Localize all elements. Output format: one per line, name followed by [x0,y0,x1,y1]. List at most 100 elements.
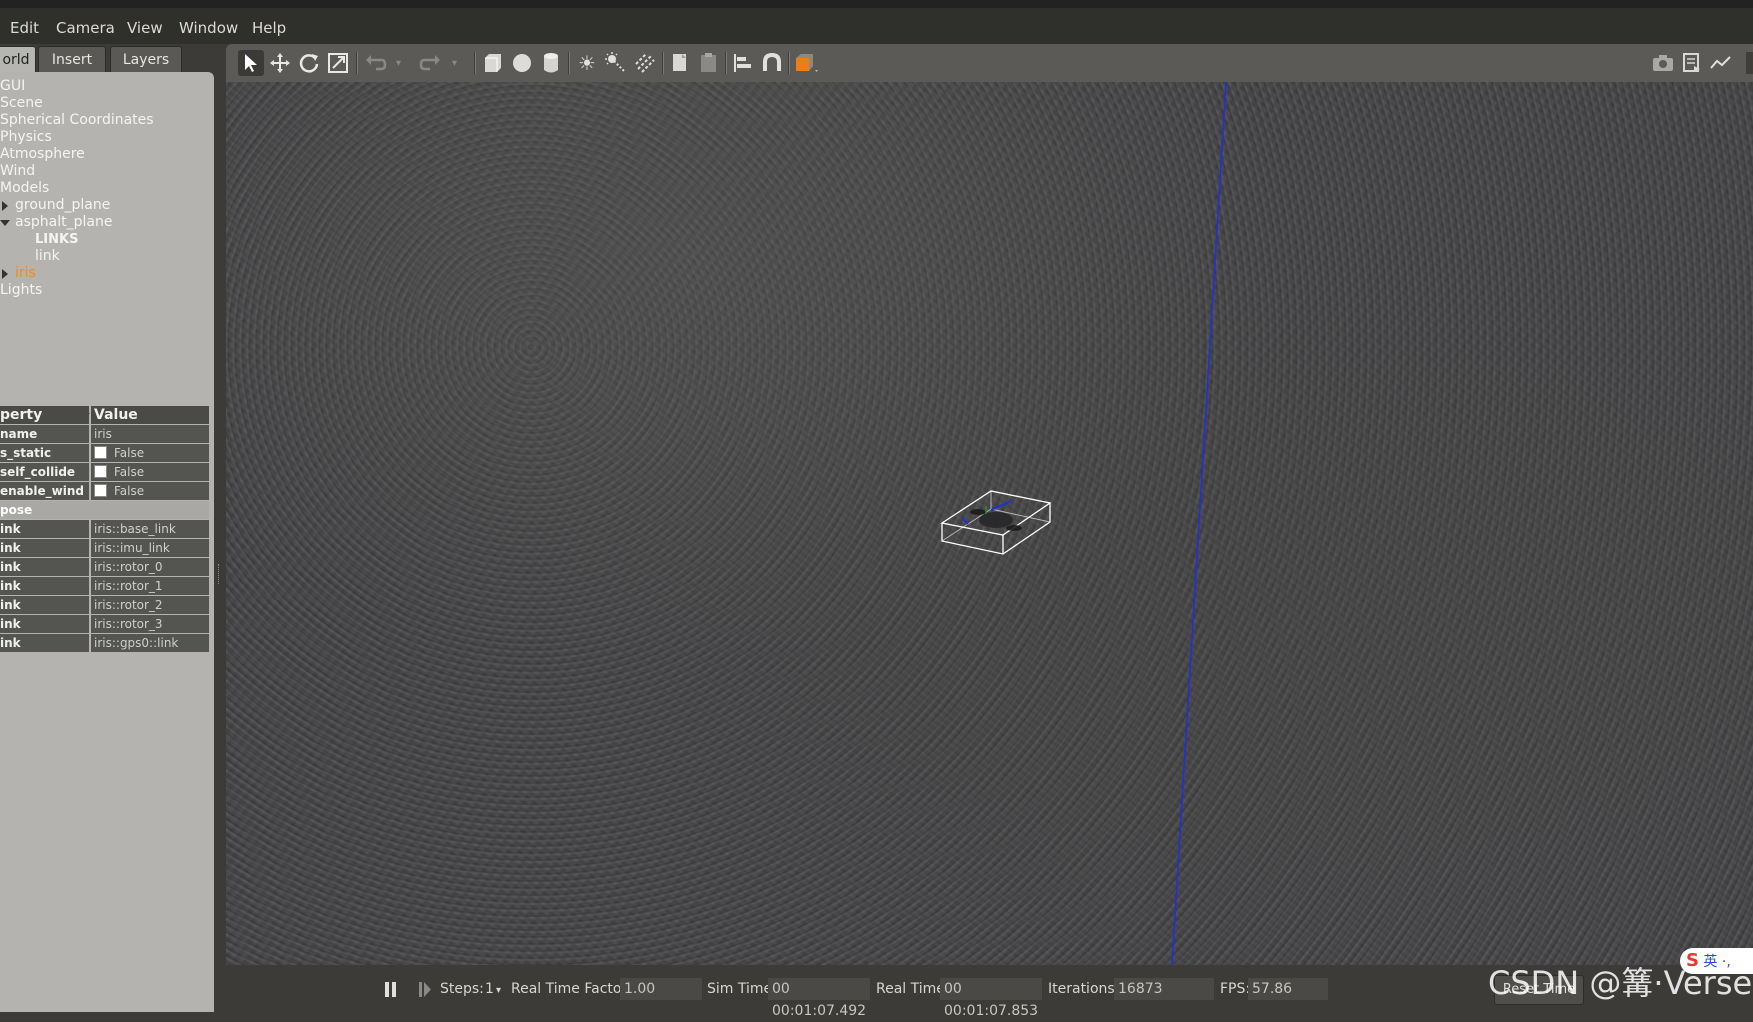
panel-resize-handle[interactable] [218,564,221,584]
spot-light-icon[interactable] [603,50,629,76]
tree-item-atmosphere[interactable]: Atmosphere [0,146,85,162]
tree-item-wind[interactable]: Wind [0,163,35,179]
property-row-link[interactable]: ink iris::gps0::link [0,634,209,652]
screenshot-icon[interactable] [1650,50,1676,76]
undo-dropdown-icon[interactable]: ▾ [396,58,401,69]
toolbar-separator [725,52,727,74]
toolbar-separator [662,52,664,74]
tree-item-gui[interactable]: GUI [0,78,25,94]
property-row-link[interactable]: ink iris::rotor_1 [0,577,209,595]
directional-light-icon[interactable] [632,50,658,76]
property-row-link[interactable]: ink iris::rotor_3 [0,615,209,633]
real-time-label: Real Time: [876,981,950,997]
tree-item-physics[interactable]: Physics [0,129,52,145]
z-axis-line [1171,82,1227,965]
tree-item-models[interactable]: Models [0,180,49,196]
step-icon[interactable] [416,979,434,1003]
real-time-field: 00 00:01:07.853 [940,978,1042,1019]
value-column-header: Value [91,406,209,424]
property-value: iris::base_link [91,520,209,538]
property-key: s_static [0,444,89,462]
toolbar-separator [474,52,476,74]
fps-label: FPS: [1220,981,1251,997]
toolbar-separator [788,52,790,74]
view-angle-icon[interactable] [792,50,818,76]
panel-tabs: orld Insert Layers [0,44,222,72]
property-row-link[interactable]: ink iris::imu_link [0,539,209,557]
expand-arrow-icon[interactable] [2,201,8,211]
property-key: ink [0,577,89,595]
align-icon[interactable] [730,50,756,76]
scene-graphics [940,82,1227,965]
expand-arrow-icon[interactable] [2,269,8,279]
property-group-pose[interactable]: pose [0,501,209,519]
redo-icon[interactable] [418,50,444,76]
property-header-row: perty Value [0,406,209,424]
property-row-link[interactable]: ink iris::rotor_0 [0,558,209,576]
paste-icon[interactable] [696,50,722,76]
property-value[interactable]: iris [91,425,209,443]
property-value: iris::rotor_3 [91,615,209,633]
snap-icon[interactable] [759,50,785,76]
tab-world[interactable]: orld [0,46,36,72]
menu-edit[interactable]: Edit [10,19,39,37]
checkbox[interactable] [94,446,107,459]
scene-viewport[interactable] [226,82,1753,965]
checkbox[interactable] [94,484,107,497]
property-column-header: perty [0,406,89,424]
iris-model-bounding-box[interactable] [940,490,1052,555]
menu-bar: Edit Camera View Window Help [0,0,1753,44]
menu-view[interactable]: View [127,19,163,37]
tree-item-iris[interactable]: iris [15,265,36,281]
rotate-icon[interactable] [296,50,322,76]
property-row-link[interactable]: ink iris::rotor_2 [0,596,209,614]
menu-window[interactable]: Window [179,19,238,37]
log-icon[interactable] [1679,50,1705,76]
property-row-enable-wind: enable_wind False [0,482,209,500]
property-value: False [91,444,209,462]
steps-label: Steps: [440,981,484,997]
collapse-arrow-icon[interactable] [0,220,10,226]
property-row-name: name iris [0,425,209,443]
tree-item-spherical-coordinates[interactable]: Spherical Coordinates [0,112,154,128]
checkbox-label: False [114,446,145,460]
sim-time-field: 00 00:01:07.492 [768,978,870,1019]
menu-help[interactable]: Help [252,19,286,37]
tree-item-link[interactable]: link [35,248,60,264]
pause-icon[interactable] [382,979,400,1003]
tab-insert[interactable]: Insert [38,46,106,72]
copy-icon[interactable] [667,50,693,76]
property-key: self_collide [0,463,89,481]
tree-item-links-header: LINKS [35,232,79,247]
property-row-link[interactable]: ink iris::base_link [0,520,209,538]
menu-camera[interactable]: Camera [56,19,115,37]
steps-value[interactable]: 1 [485,981,494,997]
steps-dropdown-icon[interactable]: ▾ [496,985,501,996]
property-key: ink [0,539,89,557]
cylinder-icon[interactable] [538,50,564,76]
redo-dropdown-icon[interactable]: ▾ [452,58,457,69]
checkbox[interactable] [94,465,107,478]
toolbar: ▾ ▾ ☀ [226,44,1753,82]
tab-layers[interactable]: Layers [110,46,182,72]
undo-icon[interactable] [362,50,388,76]
tree-item-lights[interactable]: Lights [0,282,42,298]
property-key: name [0,425,89,443]
toolbar-overflow-handle[interactable] [1746,52,1753,74]
property-key: ink [0,634,89,652]
box-icon[interactable] [480,50,506,76]
plot-icon[interactable] [1708,50,1734,76]
tree-item-scene[interactable]: Scene [0,95,43,111]
real-time-factor-field: 1.00 [620,978,702,1000]
scale-icon[interactable] [325,50,351,76]
property-value: iris::gps0::link [91,634,209,652]
property-row-self-collide: self_collide False [0,463,209,481]
tree-item-ground-plane[interactable]: ground_plane [15,197,110,213]
point-light-icon[interactable]: ☀ [574,50,600,76]
tree-item-asphalt-plane[interactable]: asphalt_plane [15,214,112,230]
translate-icon[interactable] [267,50,293,76]
sphere-icon[interactable] [509,50,535,76]
left-panel: orld Insert Layers GUI Scene Spherical C… [0,44,222,1013]
select-arrow-icon[interactable] [238,50,264,76]
toolbar-separator [568,52,570,74]
